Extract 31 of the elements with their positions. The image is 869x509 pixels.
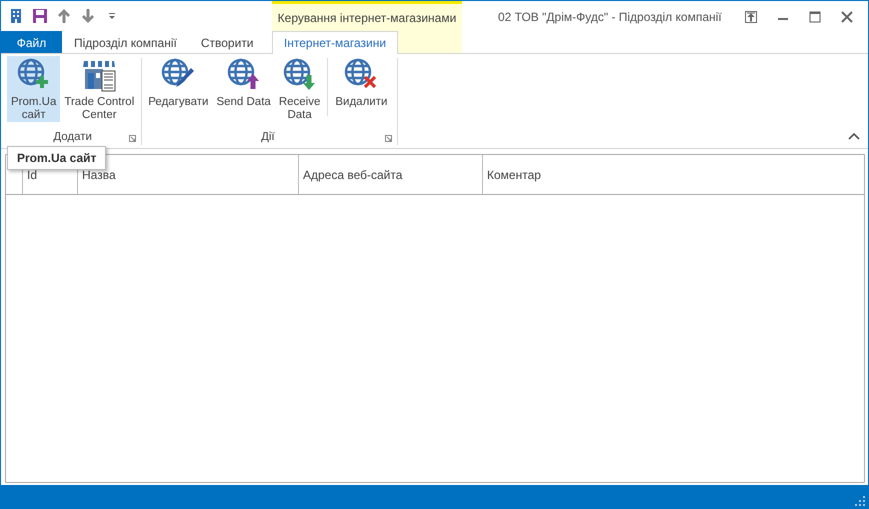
tooltip: Prom.Ua сайт [7,146,106,170]
window-title: 02 ТОВ "Дрім-Фудс" - Підрозділ компанії [497,9,723,26]
ribbon-tab[interactable]: Інтернет-магазини [272,31,398,54]
group-label: Додати [53,131,92,143]
column-header[interactable]: Коментар [483,155,864,194]
ribbon-button[interactable]: Receive Data [274,56,324,122]
down-arrow-icon[interactable] [80,8,96,24]
close-button[interactable] [840,10,854,24]
ribbon-tab[interactable]: Підрозділ компанії [62,31,189,53]
contextual-tab-group-label: Керування інтернет-магазинами [276,10,458,26]
file-tab[interactable]: Файл [1,31,62,53]
building-icon[interactable] [8,8,24,24]
ribbon-tab[interactable]: Створити [188,31,266,53]
ribbon-display-button[interactable] [744,10,758,24]
globe-up-arrow-icon [226,58,261,92]
group-label: Дії [261,131,275,143]
save-icon[interactable] [32,8,48,24]
ribbon-button[interactable]: Видалити [331,56,392,122]
dialog-launcher-icon[interactable] [129,135,138,143]
ribbon-button[interactable]: Send Data [212,56,275,122]
store-icon [82,58,116,92]
collapse-ribbon-icon[interactable] [848,132,860,140]
globe-down-arrow-icon [282,58,317,92]
column-header[interactable]: Адреса веб-сайта [299,155,483,194]
ribbon-button[interactable]: Prom.Ua сайт [7,56,60,122]
dialog-launcher-icon[interactable] [385,135,394,143]
resize-grip-icon[interactable] [855,496,865,506]
up-arrow-icon[interactable] [56,8,72,24]
ribbon-button[interactable]: Trade Control Center [60,56,138,122]
ribbon-button[interactable]: Редагувати [144,56,212,122]
maximize-button[interactable] [808,10,822,24]
